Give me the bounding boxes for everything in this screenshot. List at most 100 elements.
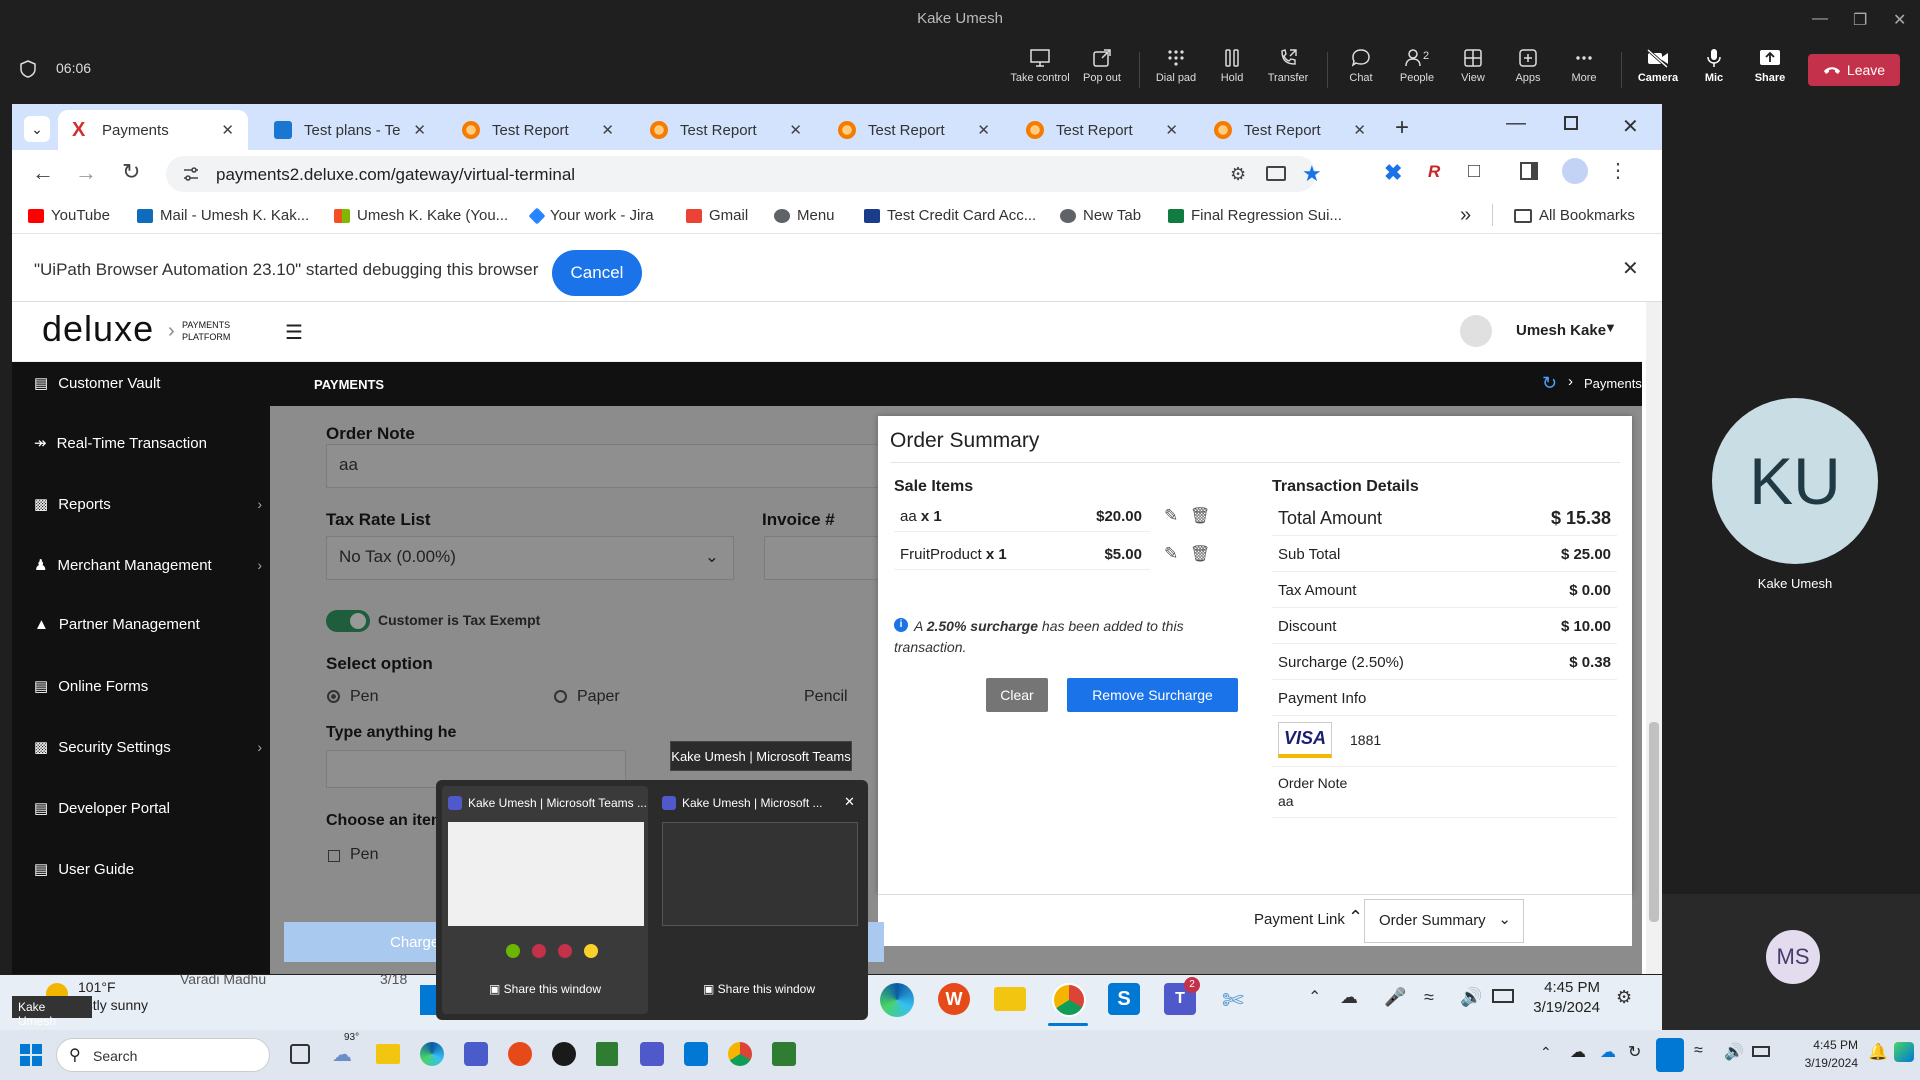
- file-explorer-icon[interactable]: [376, 1044, 400, 1064]
- sidebar-item-online-forms[interactable]: ▤ Online Forms: [34, 677, 262, 696]
- profile-avatar-icon[interactable]: [1562, 158, 1588, 184]
- scrollbar-thumb[interactable]: [1649, 722, 1659, 922]
- new-tab-icon[interactable]: +: [1395, 114, 1409, 142]
- pop-out-button[interactable]: Pop out: [1071, 48, 1133, 84]
- task-view-icon[interactable]: [290, 1044, 310, 1064]
- close-preview-icon[interactable]: ✕: [844, 794, 855, 810]
- bookmark-mail[interactable]: Mail - Umesh K. Kak...: [137, 207, 309, 224]
- preview-window-2[interactable]: Kake Umesh | Microsoft ... ✕ ▣ Share thi…: [656, 786, 862, 1014]
- url-field[interactable]: payments2.deluxe.com/gateway/virtual-ter…: [166, 156, 1322, 192]
- more-button[interactable]: More: [1553, 48, 1615, 84]
- site-settings-icon[interactable]: [182, 165, 200, 183]
- sidebar-item-real-time-transaction[interactable]: ↠ Real-Time Transaction: [34, 434, 262, 453]
- clock-time[interactable]: 4:45 PM: [1786, 1038, 1858, 1052]
- transfer-button[interactable]: Transfer: [1257, 48, 1319, 84]
- taskbar-search[interactable]: ⚲ Search: [56, 1038, 270, 1072]
- user-name[interactable]: Umesh Kake: [1516, 322, 1606, 339]
- tab-payments[interactable]: X Payments ✕: [58, 110, 248, 150]
- sidebar-item-security-settings[interactable]: ▩ Security Settings ›: [34, 738, 262, 757]
- user-menu-chevron-icon[interactable]: ▼: [1604, 320, 1617, 335]
- browser-menu-icon[interactable]: ⋮: [1608, 158, 1628, 183]
- bookmark-star-icon[interactable]: ★: [1302, 161, 1322, 187]
- bookmark-gmail[interactable]: Gmail: [686, 207, 748, 224]
- user-avatar[interactable]: [1460, 315, 1492, 347]
- tax-exempt-toggle[interactable]: [326, 610, 370, 632]
- wifi-icon[interactable]: ≈: [1694, 1042, 1703, 1060]
- tab-test-report-3[interactable]: Test Report ✕: [824, 110, 1004, 150]
- sidebar-item-reports[interactable]: ▩ Reports ›: [34, 495, 262, 514]
- sidebar-item-developer-portal[interactable]: ▤ Developer Portal: [34, 799, 262, 818]
- dial-pad-button[interactable]: Dial pad: [1145, 48, 1207, 84]
- show-hidden-icons[interactable]: ⌃: [1308, 987, 1321, 1007]
- onedrive-icon[interactable]: ☁: [1600, 1042, 1616, 1062]
- share-this-window-button[interactable]: ▣ Share this window: [656, 982, 862, 996]
- tab-search-icon[interactable]: ⌄: [24, 116, 50, 142]
- sidebar-item-merchant-management[interactable]: ♟ Merchant Management ›: [34, 556, 262, 575]
- people-button[interactable]: 2 People: [1386, 48, 1448, 84]
- skype-icon[interactable]: [684, 1042, 708, 1066]
- bookmark-umesh[interactable]: Umesh K. Kake (You...: [334, 207, 508, 224]
- close-infobar-icon[interactable]: ✕: [1622, 256, 1639, 281]
- weather-cloud-icon[interactable]: ☁: [332, 1042, 352, 1067]
- all-bookmarks[interactable]: All Bookmarks: [1514, 207, 1635, 224]
- pen-radio[interactable]: [327, 690, 340, 703]
- close-tab-icon[interactable]: ✕: [977, 121, 990, 139]
- notification-gear-icon[interactable]: ⚙: [1616, 987, 1632, 1008]
- bookmark-test-credit-card[interactable]: Test Credit Card Acc...: [864, 207, 1036, 224]
- taskbar-app-icon[interactable]: [420, 985, 436, 1015]
- snipping-tool-icon[interactable]: ✄: [1222, 985, 1244, 1016]
- card-icon[interactable]: [1266, 166, 1286, 181]
- mic-tray-icon[interactable]: [1656, 1038, 1684, 1072]
- file-explorer-icon[interactable]: [994, 987, 1026, 1011]
- edit-item-icon[interactable]: ✎: [1164, 506, 1178, 526]
- remote-clock-time[interactable]: 4:45 PM: [1530, 979, 1600, 996]
- edge-icon[interactable]: [880, 983, 914, 1017]
- battery-icon[interactable]: [1752, 1046, 1770, 1057]
- more-bookmarks-icon[interactable]: »: [1460, 204, 1471, 227]
- tax-rate-select[interactable]: No Tax (0.00%) ⌄: [326, 536, 734, 580]
- bookmark-new-tab[interactable]: New Tab: [1060, 207, 1141, 224]
- take-control-button[interactable]: Take control: [1009, 48, 1071, 84]
- share-this-window-button[interactable]: ▣ Share this window: [442, 982, 648, 996]
- forward-icon[interactable]: →: [75, 160, 97, 186]
- refresh-tray-icon[interactable]: ↻: [1628, 1042, 1641, 1062]
- back-icon[interactable]: ←: [32, 160, 54, 186]
- chat-button[interactable]: Chat: [1330, 48, 1392, 84]
- wps-icon[interactable]: [508, 1042, 532, 1066]
- tray-app-icon[interactable]: ☁: [1570, 1042, 1586, 1062]
- onedrive-icon[interactable]: ☁: [1340, 987, 1358, 1008]
- restore-icon[interactable]: ❐: [1853, 10, 1867, 30]
- sidebar-item-user-guide[interactable]: ▤ User Guide: [34, 860, 262, 879]
- clock-date[interactable]: 3/19/2024: [1786, 1056, 1858, 1070]
- minimize-icon[interactable]: —: [1812, 10, 1828, 28]
- battery-icon[interactable]: [1492, 989, 1514, 1003]
- remove-surcharge-button[interactable]: Remove Surcharge: [1067, 678, 1238, 712]
- close-tab-icon[interactable]: ✕: [1353, 121, 1366, 139]
- camera-button[interactable]: Camera: [1627, 48, 1689, 84]
- volume-icon[interactable]: 🔊: [1724, 1042, 1744, 1062]
- tab-test-report-4[interactable]: Test Report ✕: [1012, 110, 1192, 150]
- reload-icon[interactable]: ↻: [122, 159, 140, 185]
- chrome-icon[interactable]: [728, 1042, 752, 1066]
- participant-tile[interactable]: MS: [1662, 894, 1920, 1030]
- volume-icon[interactable]: 🔊: [1460, 987, 1482, 1008]
- tab-test-report-2[interactable]: Test Report ✕: [636, 110, 816, 150]
- hold-button[interactable]: Hold: [1201, 48, 1263, 84]
- tab-test-report-1[interactable]: Test Report ✕: [448, 110, 628, 150]
- payment-link-toggle[interactable]: Payment Link: [1254, 911, 1345, 928]
- leave-button[interactable]: Leave: [1808, 54, 1900, 86]
- side-panel-icon[interactable]: [1520, 162, 1538, 180]
- participant-avatar[interactable]: KU: [1712, 398, 1878, 564]
- notes-icon[interactable]: [596, 1042, 618, 1066]
- wifi-icon[interactable]: ≈: [1424, 987, 1434, 1008]
- extensions-puzzle-icon[interactable]: □: [1468, 160, 1480, 183]
- close-tab-icon[interactable]: ✕: [413, 121, 426, 139]
- hamburger-menu-icon[interactable]: ☰: [285, 320, 303, 345]
- breadcrumb[interactable]: Payments: [1584, 376, 1642, 391]
- bookmark-jira[interactable]: Your work - Jira: [528, 207, 654, 224]
- edit-item-icon[interactable]: ✎: [1164, 544, 1178, 564]
- tab-test-report-5[interactable]: Test Report ✕: [1200, 110, 1380, 150]
- pen-item-checkbox[interactable]: [328, 850, 340, 862]
- notification-bell-icon[interactable]: 🔔: [1868, 1042, 1888, 1062]
- mic-tray-icon[interactable]: 🎤: [1384, 987, 1406, 1008]
